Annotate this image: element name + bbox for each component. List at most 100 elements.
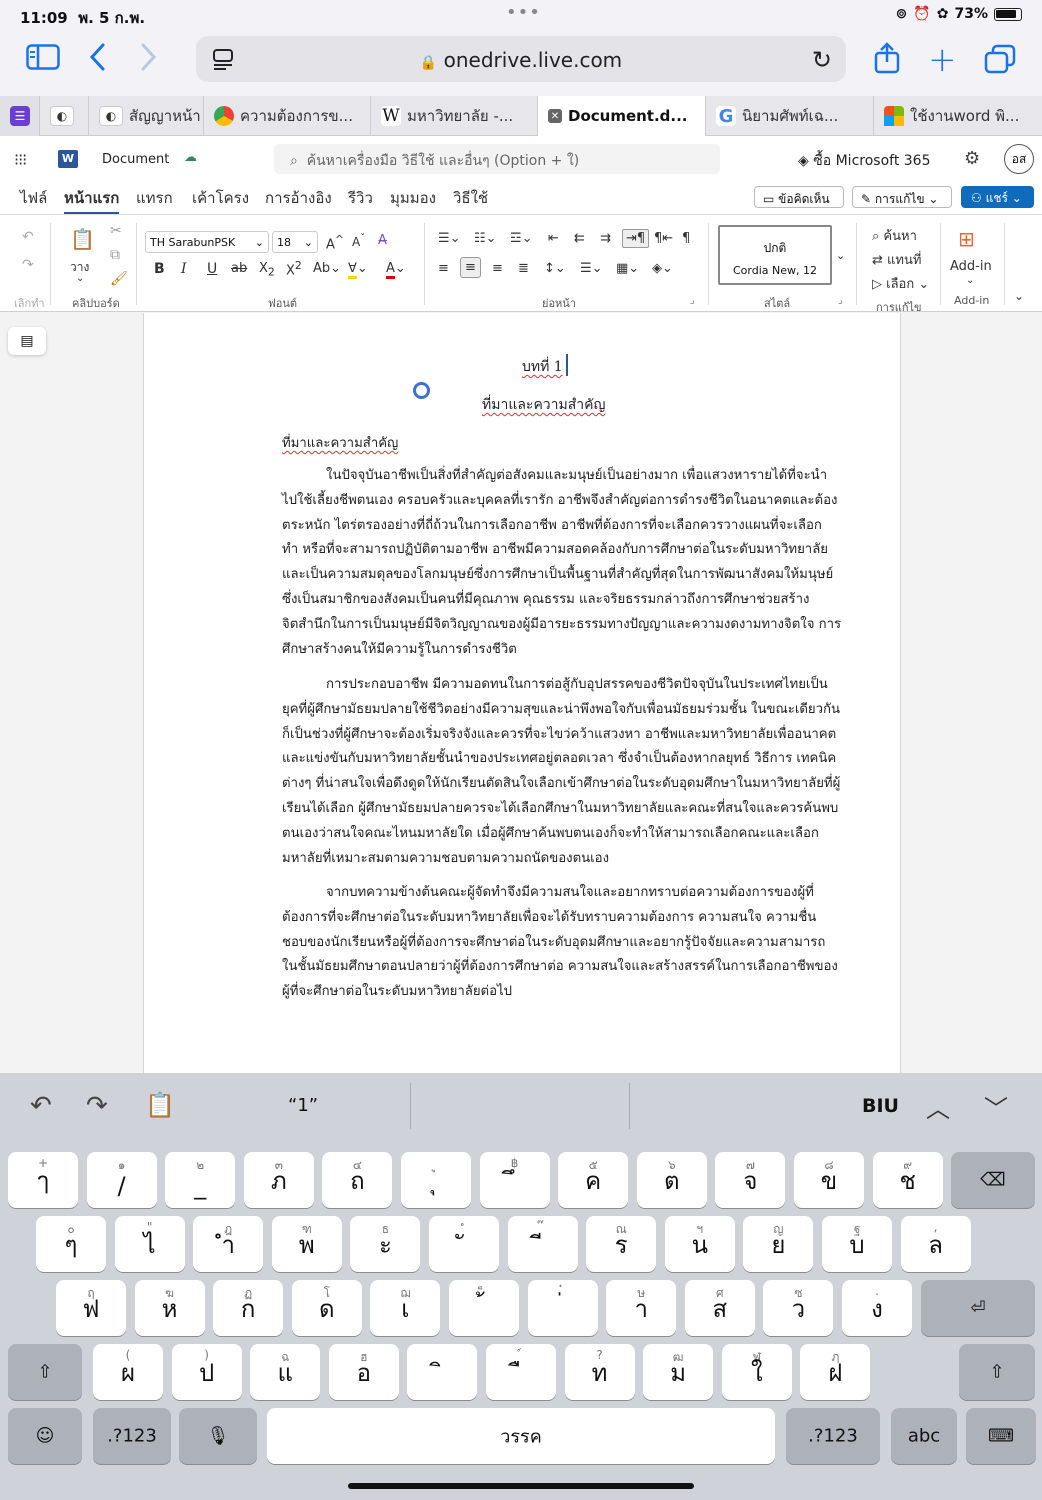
paragraph-line[interactable]: และแข่งขันกับมหาวิทยาลัยชั้นนำของประเทศอ… (282, 747, 836, 768)
paragraph-line[interactable]: เรียนได้เลือก ผู้ศึกษามัธยมปลายควรจะได้เ… (282, 797, 838, 818)
key[interactable]: ิ (407, 1344, 478, 1400)
key[interactable]: ๑/ (86, 1152, 157, 1208)
align-right-icon[interactable]: ≡ (492, 261, 503, 276)
key[interactable]: ๋่ (527, 1280, 598, 1336)
styles-expand-icon[interactable]: ⌄ (836, 249, 845, 262)
paragraph-line[interactable]: ผู้ที่จะศึกษาต่อในระดับมหาวิทยาลัยต่อไป (282, 980, 512, 1001)
decrease-indent-icon[interactable]: ⇤ (548, 231, 559, 246)
style-normal[interactable]: ปกติ Cordia New, 12 (718, 225, 832, 285)
key[interactable]: ฏก (213, 1280, 284, 1336)
key[interactable]: ศส (684, 1280, 755, 1336)
copy-icon[interactable]: ⧉ (110, 247, 120, 263)
key[interactable]: ซว (763, 1280, 834, 1336)
redo-icon[interactable]: ↷ (22, 257, 34, 273)
key[interactable]: ฮอ (328, 1344, 399, 1400)
keyboard-undo-icon[interactable]: ↶ (30, 1091, 52, 1121)
key[interactable]: ๐ๆ (36, 1216, 106, 1272)
shading-icon[interactable]: ◈⌄ (652, 261, 673, 276)
key[interactable]: ๕ค (558, 1152, 629, 1208)
tab-5[interactable]: G นิยามศัพท์เฉ... (706, 96, 874, 136)
shift-key-left[interactable]: ⇧ (8, 1344, 82, 1400)
tab-0[interactable]: ◐ (40, 96, 89, 136)
address-bar[interactable]: 🔒 onedrive.live.com ↻ (196, 36, 846, 82)
share-icon[interactable] (874, 42, 900, 81)
key[interactable]: ฑพ (271, 1216, 342, 1272)
cut-icon[interactable]: ✂ (110, 223, 122, 239)
key[interactable]: ๓ภ (243, 1152, 314, 1208)
key[interactable]: ฌเ (370, 1280, 441, 1336)
return-key[interactable]: ⏎ (921, 1280, 1035, 1336)
rtl-icon[interactable]: ¶⇤ (654, 231, 673, 246)
key[interactable]: (ผ (93, 1344, 163, 1400)
tab-2[interactable]: ความต้องการข... (204, 96, 371, 136)
key[interactable]: โด (291, 1280, 362, 1336)
underline-icon[interactable]: U (207, 261, 217, 277)
doc-subheading[interactable]: ที่มาและความสำคัญ (482, 394, 605, 416)
doc-name[interactable]: Document (102, 152, 169, 167)
key[interactable]: ฆห (134, 1280, 205, 1336)
numbers-key-right[interactable]: .?123 (786, 1408, 880, 1464)
bold-italic-underline-button[interactable]: BIU (862, 1095, 899, 1117)
close-tab-icon[interactable]: ✕ (548, 109, 562, 123)
menu-layout[interactable]: เค้าโครง (192, 186, 249, 210)
paragraph-line[interactable]: ในชั้นมัธยมศึกษาตอนปลายว่าผู้ที่ต้องการศ… (282, 955, 838, 976)
key[interactable]: ฉแ (250, 1344, 321, 1400)
tab-3[interactable]: W มหาวิทยาลัย -... (371, 96, 538, 136)
paragraph-line[interactable]: ต่างๆ ที่น่าสนใจเพื่อดึงดูดให้นักเรียนตั… (282, 772, 840, 793)
paragraph-line[interactable]: ตนเองว่าสนใจคณะไหนมหาลัยใด เมื่อผู้ศึกษา… (282, 822, 819, 843)
show-marks-icon[interactable]: ¶ (682, 231, 690, 246)
key[interactable]: ,ล (900, 1216, 971, 1272)
forward-icon[interactable] (138, 42, 158, 79)
doc-heading[interactable]: บทที่ 1 (522, 356, 563, 378)
styles-launcher-icon[interactable]: ⌟ (838, 295, 843, 306)
paragraph-line[interactable]: และเป็นความสมดุลของโลกมนุษย์ซึ่งการศึกษา… (282, 563, 833, 584)
key[interactable]: ๗จ (715, 1152, 786, 1208)
multitask-dots[interactable]: ••• (506, 2, 541, 23)
key[interactable]: ํั (429, 1216, 499, 1272)
italic-icon[interactable]: I (181, 261, 187, 277)
delete-key[interactable]: ⌫ (951, 1152, 1035, 1208)
editing-mode-button[interactable]: ✎ การแก้ไข ⌄ (852, 186, 952, 208)
key[interactable]: " ไ (114, 1216, 185, 1272)
shrink-font-icon[interactable]: Aˇ (352, 233, 365, 249)
paragraph-line[interactable]: ก็เป็นช่วงที่ผู้ศึกษาจะต้องเริ่มจริงจังแ… (282, 723, 836, 744)
paste-dropdown-icon[interactable]: ⌄ (76, 273, 84, 284)
key[interactable]: ? ท (564, 1344, 635, 1400)
keyboard-dismiss-key[interactable]: ⌨ (966, 1408, 1036, 1464)
undo-icon[interactable]: ↶ (22, 229, 34, 245)
avatar[interactable]: อส (1004, 144, 1034, 174)
keyboard-prev-icon[interactable]: ︿ (926, 1089, 950, 1124)
replace-button[interactable]: ⇄ แทนที่ (872, 249, 921, 270)
paragraph-line[interactable]: ทำ หรือที่จะสามารถปฏิบัติตามอาชีพ อาชีพม… (282, 538, 828, 559)
font-size-select[interactable]: 18 ⌄ (272, 231, 318, 253)
buy-m365-link[interactable]: ◈ ซื้อ Microsoft 365 (798, 150, 930, 172)
paragraph-line[interactable]: ยุคที่ผู้ศึกษามัธยมปลายใช้ชีวิตอย่างมีคว… (282, 698, 840, 719)
paragraph-line[interactable]: ชอบของนักเรียนหรือผู้ที่ต้องการจะศึกษาต่… (282, 931, 825, 952)
settings-gear-icon[interactable]: ⚙ (964, 148, 980, 169)
paragraph-line[interactable]: การประกอบอาชีพ มีความอดทนในการต่อสู้กับอ… (326, 673, 828, 694)
key[interactable]: ) ป (171, 1344, 242, 1400)
tab-active-document[interactable]: ✕ Document.d... (538, 96, 706, 136)
key[interactable]: ฬใ (721, 1344, 792, 1400)
menu-insert[interactable]: แทรก (136, 186, 173, 210)
key[interactable]: .ง (842, 1280, 912, 1336)
addins-icon[interactable]: ⊞ (958, 227, 975, 251)
clear-format-icon[interactable]: A̶ (378, 233, 387, 248)
sidebar-icon[interactable] (26, 44, 60, 77)
paragraph-line[interactable]: ตระหนัก ไตร่ตรองอย่างที่ถี่ถ้วนในการเลือ… (282, 514, 822, 535)
space-key[interactable]: วรรค (267, 1408, 775, 1464)
menu-view[interactable]: มุมมอง (390, 186, 436, 210)
key[interactable]: ๔ถ (322, 1152, 393, 1208)
align-center-icon[interactable]: ≡ (460, 257, 481, 278)
section-label[interactable]: ที่มาและความสำคัญ (282, 432, 398, 453)
paragraph-line[interactable]: จิตสำนึกในการเป็นมนุษย์มีจิตวิญญาณของผู้… (282, 613, 841, 634)
addins-button[interactable]: Add-in (950, 259, 992, 274)
app-launcher-icon[interactable]: ⁝⁝⁝ (14, 150, 27, 169)
key[interactable]: ณร (586, 1216, 657, 1272)
multilevel-list-icon[interactable]: ☲⌄ (510, 231, 533, 246)
tabs-overview-icon[interactable] (984, 44, 1016, 81)
menu-home[interactable]: หน้าแรก (64, 186, 120, 215)
ribbon-collapse-icon[interactable]: ⌄ (1014, 289, 1024, 303)
para-spacing-icon[interactable]: ☰⌄ (580, 261, 603, 276)
grow-font-icon[interactable]: A^ (326, 233, 344, 252)
